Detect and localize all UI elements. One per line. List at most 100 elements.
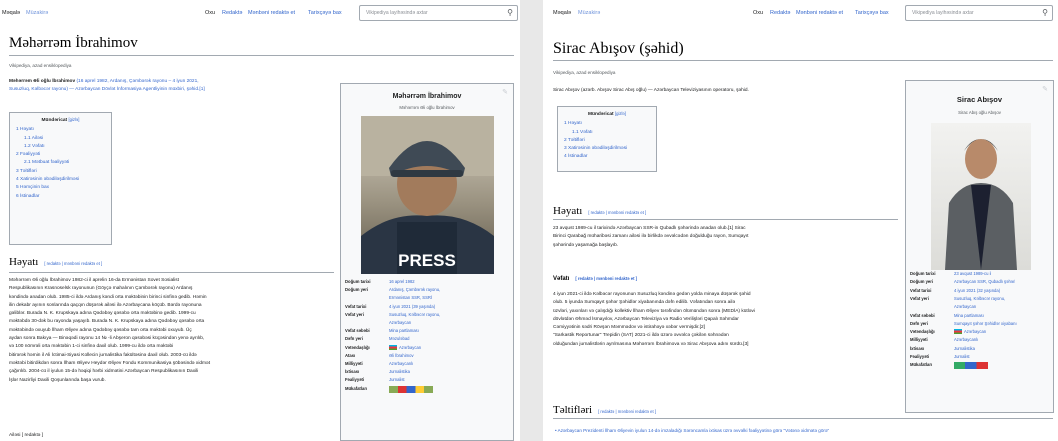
action-history[interactable]: Tarixçəyə bax: [855, 10, 889, 16]
infobox-row-text[interactable]: Azərbaycan: [389, 320, 411, 325]
action-read[interactable]: Oxu: [753, 10, 763, 16]
tab-article[interactable]: Məqalə: [2, 10, 20, 16]
portrait-photo[interactable]: PRESS: [361, 116, 494, 274]
infobox-row-value[interactable]: Azərbaycan: [389, 345, 421, 352]
infobox-row-text[interactable]: 16 aprel 1982: [389, 279, 415, 284]
infobox-row-text[interactable]: Susuzluq, Kəlbəcər rayonu,: [954, 296, 1005, 301]
infobox-row-text[interactable]: Mina partlaması: [389, 328, 419, 333]
action-edit[interactable]: Redaktə: [222, 10, 243, 16]
infobox-row-text[interactable]: Ermənistan SSR, SSRİ: [389, 295, 432, 300]
section-edit-links[interactable]: [ redaktə | mənbəni redaktə et ]: [44, 261, 102, 266]
infobox-row-text[interactable]: 23 avqust 1989-cu il: [954, 271, 991, 276]
infobox-row-value[interactable]: Azərbaycanlı: [954, 337, 978, 344]
infobox-row-text[interactable]: Azərbaycan: [399, 345, 421, 350]
toc-item[interactable]: 1 Həyatı: [564, 120, 650, 128]
infobox-row-value[interactable]: Ermənistan SSR, SSRİ: [389, 295, 432, 302]
toc-item[interactable]: 2.1 Mətbuat fəaliyyəti: [16, 159, 105, 167]
action-edit-source[interactable]: Mənbəni redaktə et: [796, 10, 843, 16]
toc-item[interactable]: 4 İstinadlar: [564, 153, 650, 161]
infobox-row-text[interactable]: Azərbaycan: [954, 304, 976, 309]
infobox-row-text[interactable]: Azərbaycanlı: [954, 337, 978, 342]
infobox-row-text[interactable]: Mina partlaması: [954, 313, 984, 318]
section-edit-links[interactable]: [ redaktə | mənbəni redaktə et ]: [588, 210, 646, 215]
infobox-row-value[interactable]: Azərbaycan: [954, 329, 986, 336]
lead-text-2[interactable]: Susuzluq, Kəlbəcər rayonu) — Azərbaycan …: [9, 87, 205, 92]
infobox-row-value[interactable]: Mina partlaması: [389, 328, 419, 335]
infobox-row-value[interactable]: Azərbaycan: [389, 320, 411, 327]
infobox-row-value[interactable]: 4 iyun 2021 (39 yaşında): [389, 304, 435, 311]
search-input[interactable]: Vikipediya layihəsində axtar: [912, 10, 974, 16]
action-edit-source[interactable]: Mənbəni redaktə et: [248, 10, 295, 16]
awards-list-item[interactable]: • Azərbaycan Prezidenti İlham Əliyevin i…: [555, 428, 1053, 433]
toc-hide-link[interactable]: [gizlə]: [615, 111, 626, 116]
toc-item[interactable]: 1.2 Vəfatı: [16, 143, 105, 151]
infobox-row-value[interactable]: [389, 385, 433, 396]
toc-item[interactable]: 1.1 Ailəsi: [16, 135, 105, 143]
infobox-row-value[interactable]: Jurnalist: [954, 354, 970, 361]
toc-item[interactable]: 1.1 Vəfatı: [564, 129, 650, 137]
tab-discussion[interactable]: Müzakirə: [578, 10, 600, 16]
infobox-row-value[interactable]: Susuzluq, Kəlbəcər rayonu,: [389, 312, 440, 319]
infobox-row-value[interactable]: Ardanış, Çəmbərək rayonu,: [389, 287, 440, 294]
infobox-row-text[interactable]: Sumqayıt şəhər Şəhidlər xiyabanı: [954, 321, 1017, 326]
tab-discussion[interactable]: Müzakirə: [26, 10, 48, 16]
infobox-row-text[interactable]: Jurnalistika: [389, 369, 410, 374]
lead-text-1[interactable]: (16 aprel 1982, Ardanış, Çəmbərək rayonu…: [75, 79, 198, 84]
infobox-row-text[interactable]: Əli İbrahimov: [389, 353, 414, 358]
toc-item[interactable]: 3 Xatirəsinin əbədiləşdirilməsi: [564, 145, 650, 153]
infobox-row-text[interactable]: Jurnalistika: [954, 346, 975, 351]
search-icon[interactable]: ⚲: [507, 8, 513, 17]
infobox-row-text[interactable]: Azərbaycan SSR, Qubadlı şəhəri: [954, 279, 1015, 284]
toc-item[interactable]: 2 Təltifləri: [564, 137, 650, 145]
section-heading-awards: Təltifləri[ redaktə | mənbəni redaktə et…: [553, 404, 656, 416]
toc-item[interactable]: 2 Fəaliyyəti: [16, 151, 105, 159]
paragraph-line: üzvləri, yaxınları və çalışdığı kollekti…: [553, 308, 755, 314]
infobox-edit-icon[interactable]: ✎: [1042, 85, 1048, 93]
infobox-row-value[interactable]: Azərbaycan SSR, Qubadlı şəhəri: [954, 279, 1015, 286]
toc-item[interactable]: 3 Təltifləri: [16, 168, 105, 176]
infobox-row-text[interactable]: Ardanış, Çəmbərək rayonu,: [389, 287, 440, 292]
section-edit-links[interactable]: [ redaktə | mənbəni redaktə et ]: [575, 276, 637, 281]
infobox-row-value[interactable]: Əli İbrahimov: [389, 353, 414, 360]
toc-hide-link[interactable]: [gizlə]: [68, 117, 79, 122]
search-box[interactable]: Vikipediya layihəsində axtar ⚲: [359, 5, 518, 21]
action-read[interactable]: Oxu: [205, 10, 215, 16]
infobox-row-text[interactable]: Jurnalist: [954, 354, 970, 359]
infobox-row-text[interactable]: Məzuləbad: [389, 336, 410, 341]
infobox-row-value[interactable]: Mina partlaması: [954, 313, 984, 320]
infobox-row-value[interactable]: 23 avqust 1989-cu il: [954, 271, 991, 278]
infobox-row-value[interactable]: Sumqayıt şəhər Şəhidlər xiyabanı: [954, 321, 1017, 328]
toc-item[interactable]: 1 Həyatı: [16, 126, 105, 134]
toc-item[interactable]: 6 İstinadlar: [16, 193, 105, 201]
infobox-row-value[interactable]: [954, 362, 988, 372]
page-title: Sirac Abışov (şəhid): [553, 40, 684, 57]
toc-item[interactable]: 5 Həmçinin bax: [16, 184, 105, 192]
infobox-row-text[interactable]: Azərbaycanlı: [389, 361, 413, 366]
infobox-row-text[interactable]: 4 iyun 2021 (39 yaşında): [389, 304, 435, 309]
infobox-row-value[interactable]: Jurnalist: [389, 377, 405, 384]
action-history[interactable]: Tarixçəyə bax: [308, 10, 342, 16]
infobox-row-value[interactable]: Azərbaycanlı: [389, 361, 413, 368]
infobox-row-text[interactable]: 4 iyun 2021 (32 yaşında): [954, 288, 1000, 293]
search-box[interactable]: Vikipediya layihəsində axtar ⚲: [905, 5, 1053, 21]
infobox-row-value[interactable]: Jurnalistika: [389, 369, 410, 376]
paragraph-line: və 100 nömrəli orta məktəbin 1-ci sinfin…: [9, 344, 174, 350]
infobox-row-text[interactable]: Azərbaycan: [964, 329, 986, 334]
section-edit-links[interactable]: [ redaktə | mənbəni redaktə et ]: [598, 409, 656, 414]
infobox-row-value[interactable]: Məzuləbad: [389, 336, 410, 343]
tab-article[interactable]: Məqalə: [553, 10, 571, 16]
infobox-row-value[interactable]: Susuzluq, Kəlbəcər rayonu,: [954, 296, 1005, 303]
infobox-row-text[interactable]: Susuzluq, Kəlbəcər rayonu,: [389, 312, 440, 317]
action-edit[interactable]: Redaktə: [770, 10, 791, 16]
infobox-row: Vəfat yeri Susuzluq, Kəlbəcər rayonu,: [345, 312, 511, 319]
search-icon[interactable]: ⚲: [1042, 8, 1048, 17]
infobox-row-value[interactable]: 4 iyun 2021 (32 yaşında): [954, 288, 1000, 295]
infobox-row-value[interactable]: Azərbaycan: [954, 304, 976, 311]
infobox-row-text[interactable]: Jurnalist: [389, 377, 405, 382]
infobox-row-value[interactable]: Jurnalistika: [954, 346, 975, 353]
infobox-row-value[interactable]: 16 aprel 1982: [389, 279, 415, 286]
search-input[interactable]: Vikipediya layihəsində axtar: [366, 10, 428, 16]
toc-item[interactable]: 4 Xatirəsinin əbədiləşdirilməsi: [16, 176, 105, 184]
section-divider: [9, 272, 334, 273]
portrait-photo[interactable]: [931, 123, 1031, 270]
